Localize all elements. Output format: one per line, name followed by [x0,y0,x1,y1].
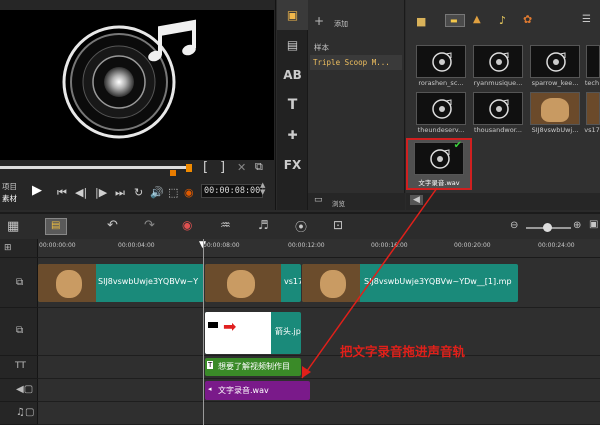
video-editor-window: [ ] ✕ ⧉ 项目 素材 ▶ ⏮ ◀| |▶ ⏭ ↻ 🔊 ⬚ ◉ 00:00:… [0,0,600,425]
annotation-overlay [301,187,438,379]
annotation-text: 把文字录音拖进声音轨 [340,344,466,359]
